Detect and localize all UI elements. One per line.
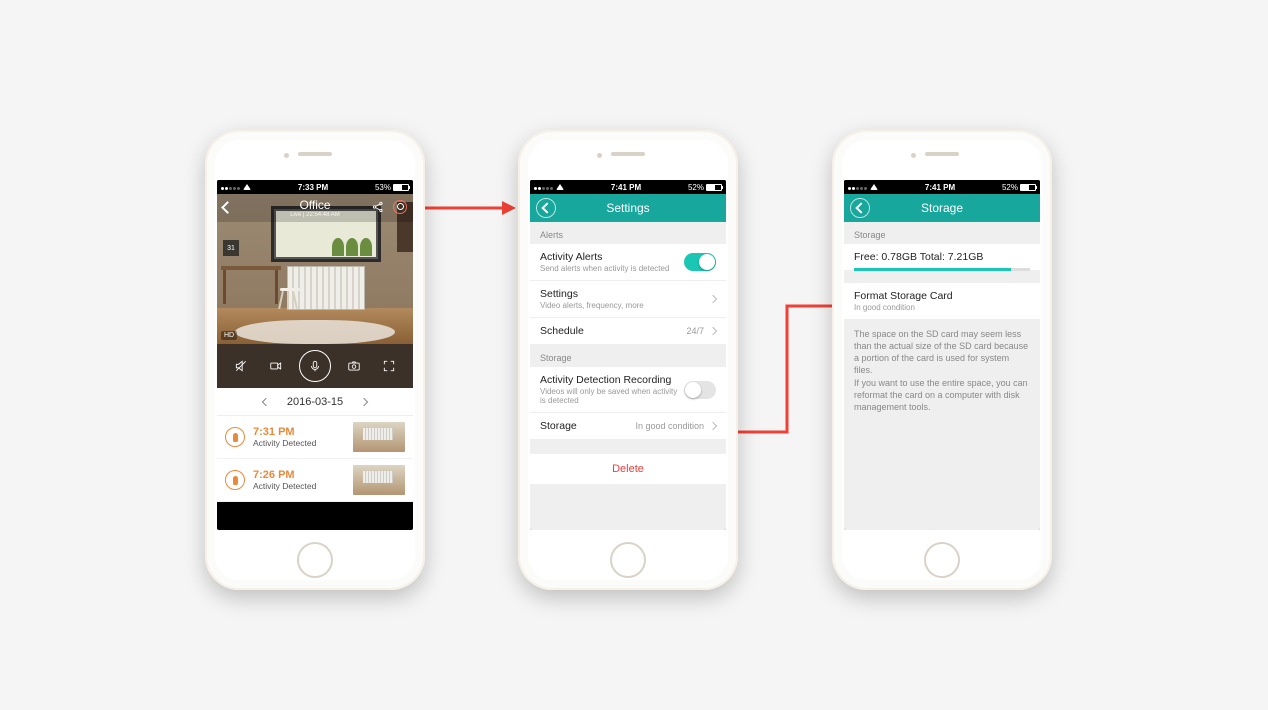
row-free-total: Free: 0.78GB Total: 7.21GB	[844, 244, 1040, 270]
person-icon	[225, 470, 245, 490]
event-thumbnail	[353, 422, 405, 452]
mute-icon[interactable]	[229, 354, 253, 378]
chevron-right-icon	[709, 422, 717, 430]
phone-settings: 7:41 PM 52% Settings Alerts Activity Ale…	[518, 130, 738, 590]
event-thumbnail	[353, 465, 405, 495]
phone-storage: 7:41 PM 52% Storage Storage Free: 0.78GB…	[832, 130, 1052, 590]
storage-status: In good condition	[635, 421, 704, 431]
microphone-button[interactable]	[299, 350, 331, 382]
screen-settings: 7:41 PM 52% Settings Alerts Activity Ale…	[530, 180, 726, 530]
video-controls	[217, 344, 413, 388]
phone-front-camera	[911, 153, 916, 158]
phone-speaker	[925, 152, 959, 156]
storage-progress-fill	[854, 268, 1011, 271]
event-label: Activity Detected	[253, 481, 345, 491]
battery-icon	[393, 184, 409, 191]
wifi-icon	[243, 183, 251, 192]
status-time: 7:33 PM	[298, 183, 328, 192]
row-schedule[interactable]: Schedule 24/7	[530, 318, 726, 345]
screen-storage: 7:41 PM 52% Storage Storage Free: 0.78GB…	[844, 180, 1040, 530]
date-next-button[interactable]	[360, 397, 368, 405]
battery-percent: 52%	[1002, 183, 1018, 192]
record-icon[interactable]	[264, 354, 288, 378]
status-time: 7:41 PM	[611, 183, 641, 192]
person-icon	[225, 427, 245, 447]
row-activity-alerts[interactable]: Activity AlertsSend alerts when activity…	[530, 244, 726, 281]
back-button[interactable]	[850, 198, 870, 218]
event-label: Activity Detected	[253, 438, 345, 448]
settings-header: Settings	[530, 194, 726, 222]
status-bar: 7:41 PM 52%	[844, 180, 1040, 194]
status-bar: 7:33 PM 53%	[217, 180, 413, 194]
storage-info-text: The space on the SD card may seem less t…	[844, 320, 1040, 421]
phone-live-view: 7:33 PM 53% 31 HD OfficeLive | 22:54:48 …	[205, 130, 425, 590]
storage-progress	[854, 268, 1030, 271]
date-prev-button[interactable]	[262, 397, 270, 405]
chevron-right-icon	[709, 295, 717, 303]
hd-badge: HD	[221, 331, 237, 340]
fullscreen-icon[interactable]	[377, 354, 401, 378]
date-navigator: 2016-03-15	[217, 388, 413, 416]
toggle-activity-alerts[interactable]	[684, 253, 716, 271]
calendar-icon: 31	[223, 240, 239, 256]
phone-speaker	[298, 152, 332, 156]
section-label-storage: Storage	[530, 345, 726, 367]
back-button[interactable]	[536, 198, 556, 218]
date-label: 2016-03-15	[287, 396, 343, 408]
page-title: Storage	[921, 201, 963, 215]
section-label-storage: Storage	[844, 222, 1040, 244]
status-bar: 7:41 PM 52%	[530, 180, 726, 194]
phone-speaker	[611, 152, 645, 156]
wifi-icon	[556, 183, 564, 192]
section-label-alerts: Alerts	[530, 222, 726, 244]
camera-title: OfficeLive | 22:54:48 AM	[290, 198, 340, 218]
gear-icon[interactable]	[393, 200, 407, 214]
event-item[interactable]: 7:31 PMActivity Detected	[217, 416, 413, 459]
battery-percent: 52%	[688, 183, 704, 192]
home-button[interactable]	[924, 542, 960, 578]
share-icon[interactable]	[371, 200, 385, 217]
event-time: 7:31 PM	[253, 426, 345, 438]
page-title: Settings	[606, 201, 649, 215]
home-button[interactable]	[610, 542, 646, 578]
home-button[interactable]	[297, 542, 333, 578]
wifi-icon	[870, 183, 878, 192]
battery-percent: 53%	[375, 183, 391, 192]
status-time: 7:41 PM	[925, 183, 955, 192]
delete-button[interactable]: Delete	[530, 454, 726, 484]
row-activity-detection-recording[interactable]: Activity Detection RecordingVideos will …	[530, 367, 726, 413]
battery-icon	[1020, 184, 1036, 191]
row-format-storage[interactable]: Format Storage CardIn good condition	[844, 283, 1040, 320]
row-alert-settings[interactable]: SettingsVideo alerts, frequency, more	[530, 281, 726, 318]
phone-front-camera	[284, 153, 289, 158]
toggle-adr[interactable]	[684, 381, 716, 399]
event-time: 7:26 PM	[253, 469, 345, 481]
arrow-gear-to-settings	[416, 198, 516, 218]
back-button[interactable]	[223, 201, 232, 215]
snapshot-icon[interactable]	[342, 354, 366, 378]
event-item[interactable]: 7:26 PMActivity Detected	[217, 459, 413, 502]
schedule-value: 24/7	[686, 326, 704, 336]
battery-icon	[706, 184, 722, 191]
phone-front-camera	[597, 153, 602, 158]
storage-header: Storage	[844, 194, 1040, 222]
row-storage[interactable]: Storage In good condition	[530, 413, 726, 440]
event-list: 7:31 PMActivity Detected 7:26 PMActivity…	[217, 416, 413, 502]
screen-live: 7:33 PM 53% 31 HD OfficeLive | 22:54:48 …	[217, 180, 413, 530]
chevron-right-icon	[709, 327, 717, 335]
